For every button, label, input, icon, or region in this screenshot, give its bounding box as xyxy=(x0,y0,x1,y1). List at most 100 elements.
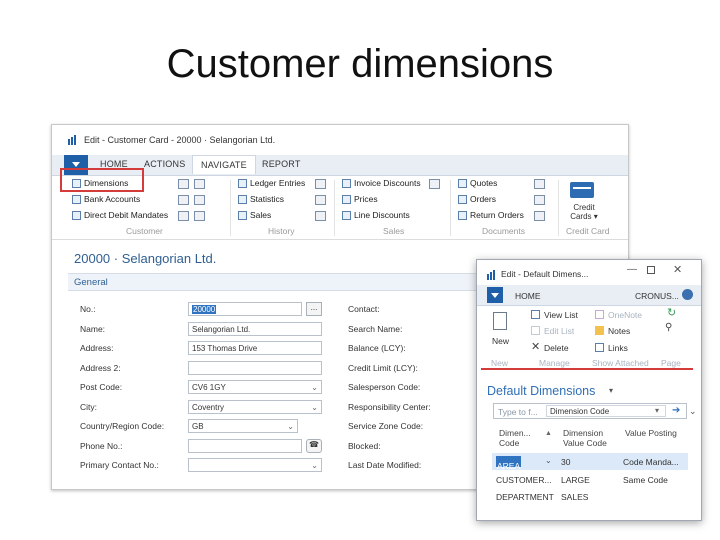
country-select[interactable]: GB ⌄ xyxy=(188,419,298,433)
table-cell[interactable]: 30 xyxy=(561,457,570,467)
group-label-manage: Manage xyxy=(539,358,570,368)
group-label-documents: Documents xyxy=(482,226,525,236)
group-label-history: History xyxy=(268,226,295,236)
no-field[interactable]: 20000 xyxy=(188,302,302,316)
stack-icon[interactable] xyxy=(194,211,205,221)
onenote-button[interactable]: OneNote xyxy=(608,310,642,320)
app-icon xyxy=(487,270,495,280)
chevron-down-icon[interactable]: ⌄ xyxy=(545,456,552,465)
invoice-discounts-button[interactable]: Invoice Discounts xyxy=(342,178,421,188)
phone-field[interactable] xyxy=(188,439,302,453)
link-icon[interactable] xyxy=(178,211,189,221)
links-button[interactable]: Links xyxy=(608,343,628,353)
default-dimensions-dialog: Edit - Default Dimens... — ✕ HOME CRONUS… xyxy=(476,259,702,521)
grid-icon[interactable] xyxy=(178,179,189,189)
sales-history-button[interactable]: Sales xyxy=(238,210,271,220)
edit-list-icon xyxy=(531,326,540,335)
direct-debit-mandates-button[interactable]: Direct Debit Mandates xyxy=(72,210,168,220)
edit-list-button[interactable]: Edit List xyxy=(544,326,574,336)
line-discounts-button[interactable]: Line Discounts xyxy=(342,210,410,220)
highlight-line xyxy=(481,368,693,370)
field-label-service-zone: Service Zone Code: xyxy=(348,421,424,431)
return-icon xyxy=(458,210,467,220)
tab-report[interactable]: REPORT xyxy=(262,159,301,169)
mandate-icon xyxy=(72,210,81,220)
copy-icon[interactable] xyxy=(534,195,545,205)
arrow-right-icon[interactable]: ➔ xyxy=(672,405,680,416)
column-header-dimension-value-code[interactable]: Dimension Value Code xyxy=(563,428,611,448)
field-label-address2: Address 2: xyxy=(80,363,121,373)
chevron-down-icon: ⌄ xyxy=(287,422,294,431)
lock-icon[interactable] xyxy=(534,211,545,221)
field-label-name: Name: xyxy=(80,324,106,334)
phone-dial-icon[interactable]: ☎ xyxy=(306,439,322,453)
refresh-icon[interactable]: ↻ xyxy=(667,306,676,319)
statistics-button[interactable]: Statistics xyxy=(238,194,284,204)
maximize-icon[interactable] xyxy=(647,266,655,274)
filter-bar: Type to f... Dimension Code ▾ ➔ xyxy=(493,403,687,419)
field-label-balance: Balance (LCY): xyxy=(348,343,406,353)
address2-field[interactable] xyxy=(188,361,322,375)
group-label-new: New xyxy=(491,358,509,368)
field-label-credit-limit: Credit Limit (LCY): xyxy=(348,363,418,373)
tab-actions[interactable]: ACTIONS xyxy=(144,159,185,169)
ledger-entries-button[interactable]: Ledger Entries xyxy=(238,178,305,188)
column-header-value-posting[interactable]: Value Posting xyxy=(625,428,687,438)
post-code-select[interactable]: CV6 1GY ⌄ xyxy=(188,380,322,394)
filter-input[interactable]: Type to f... xyxy=(498,407,538,417)
tab-home[interactable]: HOME xyxy=(515,291,541,301)
name-field[interactable]: Selangorian Ltd. xyxy=(188,322,322,336)
field-label-blocked: Blocked: xyxy=(348,441,381,451)
tab-navigate[interactable]: NAVIGATE xyxy=(192,155,256,174)
new-button[interactable]: New xyxy=(492,336,509,346)
dialog-file-menu[interactable] xyxy=(487,287,503,303)
address-field[interactable]: 153 Thomas Drive xyxy=(188,341,322,355)
chevron-down-icon[interactable]: ⌄ xyxy=(689,406,697,417)
edit-icon[interactable] xyxy=(429,179,440,189)
document-dropdown-icon[interactable] xyxy=(534,179,545,189)
orders-button[interactable]: Orders xyxy=(458,194,496,204)
company-name[interactable]: CRONUS... xyxy=(635,291,679,301)
view-list-button[interactable]: View List xyxy=(544,310,578,320)
field-label-country: Country/Region Code: xyxy=(80,421,165,431)
bank-icon xyxy=(72,194,81,204)
column-header-dimension-code[interactable]: Dimen... Code xyxy=(499,428,539,448)
sort-up-icon[interactable]: ▲ xyxy=(545,430,552,437)
minimize-icon[interactable]: — xyxy=(627,264,637,275)
quotes-button[interactable]: Quotes xyxy=(458,178,497,188)
image-icon[interactable] xyxy=(194,195,205,205)
links-icon xyxy=(595,343,604,352)
money-icon[interactable] xyxy=(315,211,326,221)
table-cell[interactable]: SALES xyxy=(561,492,588,502)
prices-button[interactable]: Prices xyxy=(342,194,378,204)
close-icon[interactable]: ✕ xyxy=(673,263,682,276)
help-icon[interactable] xyxy=(682,289,693,300)
notes-button[interactable]: Notes xyxy=(608,326,630,336)
bank-accounts-button[interactable]: Bank Accounts xyxy=(72,194,140,204)
chevron-down-icon[interactable]: ▾ xyxy=(609,386,613,395)
primary-contact-select[interactable]: ⌄ xyxy=(188,458,322,472)
group-label-credit-card: Credit Card xyxy=(566,226,610,236)
card-title: 20000 · Selangorian Ltd. xyxy=(74,251,217,266)
chevron-down-icon: ⌄ xyxy=(311,403,318,412)
delete-button[interactable]: Delete xyxy=(544,343,569,353)
ribbon: Dimensions Bank Accounts Direct Debit Ma… xyxy=(52,168,628,240)
find-icon[interactable]: ⚲ xyxy=(665,322,672,333)
table-cell[interactable]: Code Manda... xyxy=(623,457,679,467)
table-cell[interactable]: DEPARTMENT xyxy=(496,492,554,502)
line-discount-icon xyxy=(342,210,351,220)
comment-icon[interactable] xyxy=(194,179,205,189)
report-icon[interactable] xyxy=(315,195,326,205)
assist-edit-button[interactable]: ... xyxy=(306,302,322,316)
table-icon[interactable] xyxy=(178,195,189,205)
group-label-page: Page xyxy=(661,358,681,368)
credit-cards-button[interactable]: Credit Cards ▾ xyxy=(564,203,604,221)
chart-icon[interactable] xyxy=(315,179,326,189)
field-label-responsibility: Responsibility Center: xyxy=(348,402,431,412)
table-cell[interactable]: Same Code xyxy=(623,475,668,485)
filter-field-select[interactable]: Dimension Code ▾ xyxy=(546,405,666,417)
return-orders-button[interactable]: Return Orders xyxy=(458,210,524,220)
city-select[interactable]: Coventry ⌄ xyxy=(188,400,322,414)
table-cell[interactable]: LARGE xyxy=(561,475,590,485)
table-cell[interactable]: CUSTOMER... xyxy=(496,475,552,485)
